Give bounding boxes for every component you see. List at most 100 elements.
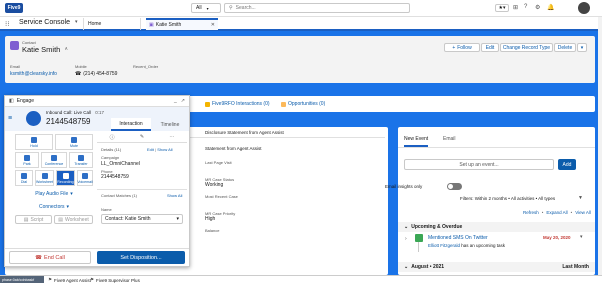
edit-link[interactable]: Edit xyxy=(147,147,154,152)
end-call-button[interactable]: ☎ End Call xyxy=(9,251,91,264)
contact-select[interactable]: Contact: Katie Smith ▾ xyxy=(101,214,183,224)
search-scope-label: All xyxy=(196,5,202,11)
interactions-icon xyxy=(205,101,210,107)
chevron-down-icon: ⌄ xyxy=(404,224,409,230)
email-insights-toggle[interactable] xyxy=(447,183,462,190)
activity-filters: Filters: Within 2 months • All activitie… xyxy=(460,196,556,201)
mute-button[interactable]: Mute xyxy=(55,134,93,150)
detail-label: Last Page Visit xyxy=(205,160,232,165)
upcoming-section-header[interactable]: ⌄ Upcoming & Overdue xyxy=(398,222,595,232)
mobile-value[interactable]: ☎ (214) 454-8759 xyxy=(75,71,117,77)
hold-label: Hold xyxy=(30,143,38,148)
add-button[interactable]: Add xyxy=(558,159,576,170)
opportunities-link[interactable]: Opportunities (0) xyxy=(281,101,325,107)
mute-label: Mute xyxy=(70,143,78,148)
worksheet-button[interactable]: ▤ Worksheet xyxy=(54,215,93,224)
campaign-label: Campaign xyxy=(101,155,120,160)
global-header: Five9 All ▾ ⚲ Search... ★▾ ⊞ ? ⚙ 🔔 xyxy=(0,0,602,17)
call-status-text: Inbound Call: Live Call xyxy=(46,110,92,115)
scrollbar[interactable] xyxy=(598,17,602,275)
expand-all-link[interactable]: Expand All xyxy=(546,210,567,215)
call-timer: 0:17 xyxy=(95,110,105,115)
detail-row: Most Recent Case xyxy=(205,194,375,208)
minimize-icon[interactable]: _ xyxy=(174,98,177,104)
avatar[interactable] xyxy=(578,2,590,14)
park-button[interactable]: Park xyxy=(15,152,39,168)
help-icon[interactable]: ? xyxy=(524,4,532,12)
script-label: Script xyxy=(30,216,44,223)
chevron-down-icon: ▾ xyxy=(66,203,70,210)
engage-panel: ◧ Engage _ ↗ ≡ Inbound Call: Live Call 0… xyxy=(4,95,190,267)
more-actions-chevron-icon[interactable]: ▾ xyxy=(577,43,587,52)
app-launcher-icon[interactable]: ⊞ xyxy=(513,4,521,12)
app-launcher-grid-icon[interactable]: ⁝⁝ xyxy=(5,20,13,28)
five9rfo-interactions-link[interactable]: Five9RFO Interactions (0) xyxy=(205,101,270,107)
activity-panel: New Event Email Set up an event... Add E… xyxy=(385,127,595,275)
delete-button[interactable]: Delete xyxy=(554,43,576,52)
tab-katie-smith[interactable]: ▣ Katie Smith ✕ xyxy=(146,18,218,30)
filter-icon[interactable]: ▼ xyxy=(578,195,583,201)
tab-new-event[interactable]: New Event xyxy=(404,136,429,147)
name-label: Name xyxy=(101,207,112,212)
email-link[interactable]: ksmith@clearsky.info xyxy=(10,71,57,77)
set-disposition-button[interactable]: Set Disposition... xyxy=(97,251,185,264)
task-title-link[interactable]: Mentioned SMS On Twitter xyxy=(428,235,488,241)
opportunities-icon xyxy=(281,101,286,107)
worksheet-icon: ▤ xyxy=(58,216,63,223)
menu-icon[interactable]: ≡ xyxy=(8,115,12,122)
month-section-header[interactable]: ⌄ August • 2021 Last Month xyxy=(398,262,595,272)
utility-icon: ⚑ xyxy=(48,277,53,282)
contact-select-value: Contact: Katie Smith xyxy=(105,216,151,222)
info-icon[interactable]: ⓘ xyxy=(110,134,115,142)
supervisor-plus-utility[interactable]: ⚑ Five9 Supervisor Plus xyxy=(90,277,140,283)
hold-button[interactable]: Hold xyxy=(15,134,53,150)
play-audio-file-dropdown[interactable]: Play Audio File ▾ xyxy=(15,189,93,198)
setup-gear-icon[interactable]: ⚙ xyxy=(535,4,543,12)
expand-chevron-icon[interactable]: › xyxy=(405,236,407,242)
detail-row: Balance xyxy=(205,228,375,242)
close-tab-icon[interactable]: ✕ xyxy=(211,22,215,28)
tab-home[interactable]: Home xyxy=(83,18,141,30)
hierarchy-icon[interactable]: ᴀ xyxy=(65,46,67,52)
setup-event-input[interactable]: Set up an event... xyxy=(404,159,554,170)
edit-pencil-icon[interactable]: ✎ xyxy=(140,134,144,142)
recent-order-label: Recent_Order xyxy=(133,64,159,69)
global-search-input[interactable]: ⚲ Search... xyxy=(224,3,410,13)
voicemail-button[interactable]: Voicemail xyxy=(77,170,93,186)
more-icon[interactable]: ⋯ xyxy=(169,134,174,142)
conference-button[interactable]: Conference xyxy=(41,152,67,168)
tab-interaction[interactable]: Interaction xyxy=(111,118,151,131)
notifications-bell-icon[interactable]: 🔔 xyxy=(547,4,555,12)
recording-button[interactable]: Recording xyxy=(56,170,75,186)
email-label: Email xyxy=(10,64,21,69)
dial-button[interactable]: Dial xyxy=(15,170,33,186)
mobile-number: (214) 454-8759 xyxy=(83,71,118,77)
tab-email[interactable]: Email xyxy=(443,136,456,142)
connectors-dropdown[interactable]: Connectors ▾ xyxy=(15,202,93,211)
detail-row: MR Case Priority High xyxy=(205,211,375,225)
conference-label: Conference xyxy=(44,161,64,166)
refresh-link[interactable]: Refresh xyxy=(523,210,539,215)
transfer-button[interactable]: Transfer xyxy=(69,152,93,168)
edit-button[interactable]: Edit xyxy=(481,43,499,52)
call-controls: Hold Mute Park Conference Transfer Dial … xyxy=(15,134,95,234)
contact-icon: ▣ xyxy=(149,22,154,28)
activity-links: Refresh • Expand All • View All xyxy=(523,210,591,215)
show-all-link[interactable]: Show All xyxy=(157,147,172,152)
follow-button[interactable]: + Follow xyxy=(444,43,480,52)
popout-icon[interactable]: ↗ xyxy=(181,98,185,104)
favorites-star-icon[interactable]: ★▾ xyxy=(495,4,509,12)
view-all-link[interactable]: View All xyxy=(575,210,591,215)
task-menu-chevron-icon[interactable]: ▾ xyxy=(580,234,583,240)
worksheet-tile-button[interactable]: Worksheet xyxy=(35,170,54,186)
task-owner-link[interactable]: Elliott Fitzgerald xyxy=(428,243,460,248)
nav-menu-chevron-icon[interactable]: ▾ xyxy=(75,19,81,27)
app-name: Service Console xyxy=(19,19,70,26)
agent-assist-utility[interactable]: ⚑ Five9 Agent Assist xyxy=(48,277,91,283)
call-status-icon xyxy=(26,111,41,126)
search-scope-select[interactable]: All ▾ xyxy=(191,3,221,13)
change-record-type-button[interactable]: Change Record Type xyxy=(500,43,553,52)
show-all-contacts-link[interactable]: Show All xyxy=(167,193,182,198)
tab-timeline[interactable]: Timeline xyxy=(151,118,189,131)
script-button[interactable]: ▤ Script xyxy=(15,215,52,224)
